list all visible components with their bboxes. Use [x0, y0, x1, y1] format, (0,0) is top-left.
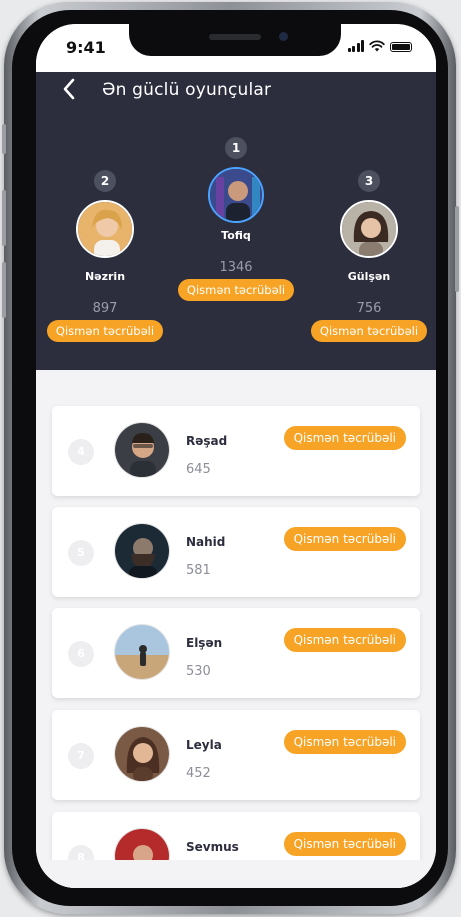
- player-score: 1346: [219, 260, 253, 275]
- player-name: Tofiq: [221, 229, 251, 242]
- rank-badge: 5: [68, 540, 94, 566]
- players-list: 4 Rəşad 645 Qismən təcrübəli 5 Nahid 581…: [36, 370, 436, 888]
- player-name: Elşən: [186, 636, 223, 650]
- rank-badge: 2: [94, 170, 116, 192]
- experience-badge: Qismən təcrübəli: [46, 320, 164, 342]
- phone-side-button: [2, 262, 6, 318]
- avatar: [208, 167, 264, 223]
- rank-badge: 7: [68, 743, 94, 769]
- avatar: [114, 726, 170, 782]
- status-time: 9:41: [66, 38, 106, 57]
- experience-badge: Qismən təcrübəli: [283, 730, 406, 754]
- phone-side-button: [2, 124, 6, 154]
- rank-badge: 6: [68, 641, 94, 667]
- rank-badge: 3: [358, 170, 380, 192]
- signal-icon: [347, 40, 364, 52]
- status-bar: 9:41: [36, 24, 436, 72]
- avatar: [114, 624, 170, 680]
- experience-badge: Qismən təcrübəli: [283, 527, 406, 551]
- avatar: [76, 200, 134, 258]
- player-name: Sevmus: [186, 840, 239, 854]
- page-title: Ən güclü oyunçular: [102, 80, 272, 100]
- front-camera: [279, 32, 288, 41]
- podium-third[interactable]: 3 Gülşən 756 Qismən təcrübəli: [302, 170, 436, 342]
- avatar: [114, 523, 170, 579]
- list-item[interactable]: 7 Leyla 452 Qismən təcrübəli: [52, 710, 420, 800]
- speaker: [209, 34, 261, 40]
- back-arrow-icon[interactable]: [62, 78, 76, 100]
- player-score: 756: [356, 301, 382, 316]
- battery-icon: [390, 42, 412, 52]
- player-name: Leyla: [186, 738, 222, 752]
- player-score: 452: [186, 766, 211, 781]
- experience-badge: Qismən təcrübəli: [177, 279, 295, 301]
- leaderboard-header: Ən güclü oyunçular 1 Tofiq 1346 Qismən t…: [36, 72, 436, 370]
- podium-second[interactable]: 2 Nəzrin 897 Qismən təcrübəli: [36, 170, 174, 342]
- list-item[interactable]: 5 Nahid 581 Qismən təcrübəli: [52, 507, 420, 597]
- player-name: Gülşən: [347, 270, 391, 283]
- phone-side-button: [455, 206, 459, 292]
- player-score: 645: [186, 462, 211, 477]
- experience-badge: Qismən təcrübəli: [310, 320, 428, 342]
- screen: 9:41 Ən güclü oyunçular 1 Tofiq 1346 Qis…: [36, 24, 436, 888]
- rank-badge: 4: [68, 439, 94, 465]
- player-name: Nahid: [186, 535, 226, 549]
- wifi-icon: [369, 40, 385, 52]
- avatar: [340, 200, 398, 258]
- bottom-safe-area: [36, 860, 436, 888]
- player-name: Nəzrin: [84, 270, 126, 283]
- podium-first[interactable]: 1 Tofiq 1346 Qismən təcrübəli: [161, 137, 311, 301]
- list-item[interactable]: 4 Rəşad 645 Qismən təcrübəli: [52, 406, 420, 496]
- experience-badge: Qismən təcrübəli: [283, 426, 406, 450]
- status-icons: [347, 40, 412, 52]
- rank-badge: 1: [225, 137, 247, 159]
- player-score: 897: [92, 301, 118, 316]
- player-name: Rəşad: [186, 434, 228, 448]
- experience-badge: Qismən təcrübəli: [283, 832, 406, 856]
- experience-badge: Qismən təcrübəli: [283, 628, 406, 652]
- avatar: [114, 422, 170, 478]
- list-item[interactable]: 6 Elşən 530 Qismən təcrübəli: [52, 608, 420, 698]
- notch: [129, 24, 341, 56]
- player-score: 530: [186, 664, 211, 679]
- phone-side-button: [2, 190, 6, 246]
- player-score: 581: [186, 563, 211, 578]
